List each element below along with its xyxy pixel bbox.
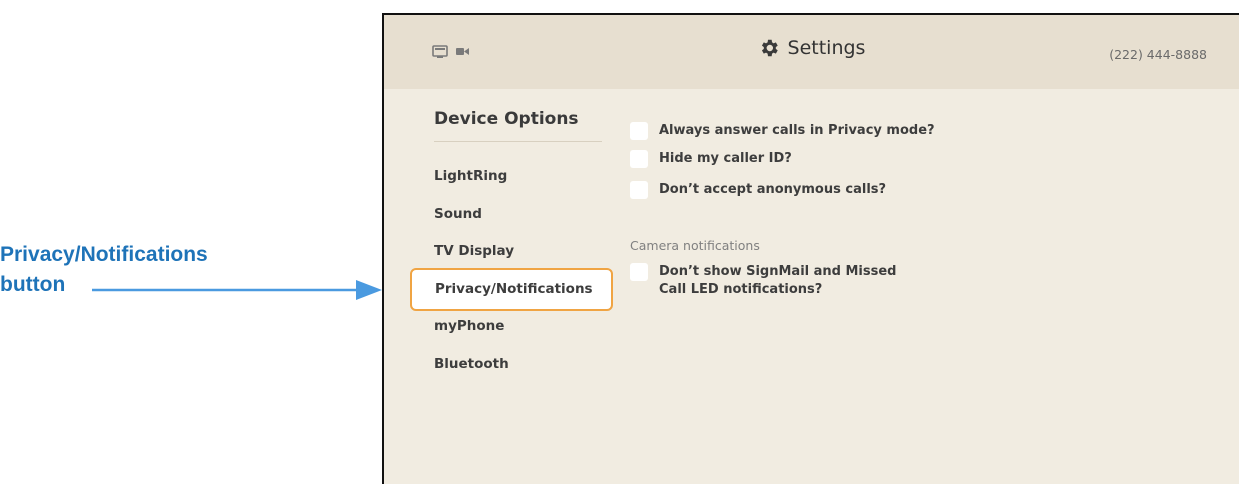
menu-divider [434, 141, 602, 142]
sidebar-item-myphone[interactable]: myPhone [434, 318, 504, 334]
phone-number: (222) 444-8888 [1109, 47, 1207, 62]
option-hide-caller-id[interactable]: Hide my caller ID? [630, 150, 949, 168]
sidebar-item-lightring[interactable]: LightRing [434, 168, 507, 184]
device-options-heading: Device Options [434, 109, 579, 129]
settings-screen: Settings (222) 444-8888 Device Options L… [382, 13, 1239, 484]
option-always-answer-privacy[interactable]: Always answer calls in Privacy mode? [630, 122, 949, 140]
top-bar: Settings (222) 444-8888 [384, 15, 1239, 89]
sidebar-item-bluetooth[interactable]: Bluetooth [434, 356, 509, 372]
gear-icon [761, 39, 778, 57]
annotation-arrow-icon [92, 280, 382, 300]
hide-caller-id-label: Hide my caller ID? [659, 151, 792, 166]
reject-anonymous-label: Don’t accept anonymous calls? [659, 182, 887, 197]
hide-caller-id-checkbox[interactable] [630, 150, 648, 168]
annotation-line-1: Privacy/Notifications [0, 243, 208, 266]
hide-led-notifications-label: Don’t show SignMail and Missed Call LED … [659, 264, 897, 297]
sidebar-item-sound[interactable]: Sound [434, 206, 482, 222]
always-answer-privacy-checkbox[interactable] [630, 122, 648, 140]
always-answer-privacy-label: Always answer calls in Privacy mode? [659, 123, 935, 138]
option-reject-anonymous[interactable]: Don’t accept anonymous calls? [630, 181, 949, 199]
option-hide-led-notifications[interactable]: Don’t show SignMail and Missed Call LED … [630, 263, 919, 299]
sidebar-item-privacy-notifications[interactable]: Privacy/Notifications [410, 268, 613, 311]
sidebar-item-tv-display[interactable]: TV Display [434, 243, 514, 259]
reject-anonymous-checkbox[interactable] [630, 181, 648, 199]
camera-notifications-heading: Camera notifications [630, 238, 760, 253]
page-title: Settings [787, 37, 866, 59]
hide-led-notifications-checkbox[interactable] [630, 263, 648, 281]
